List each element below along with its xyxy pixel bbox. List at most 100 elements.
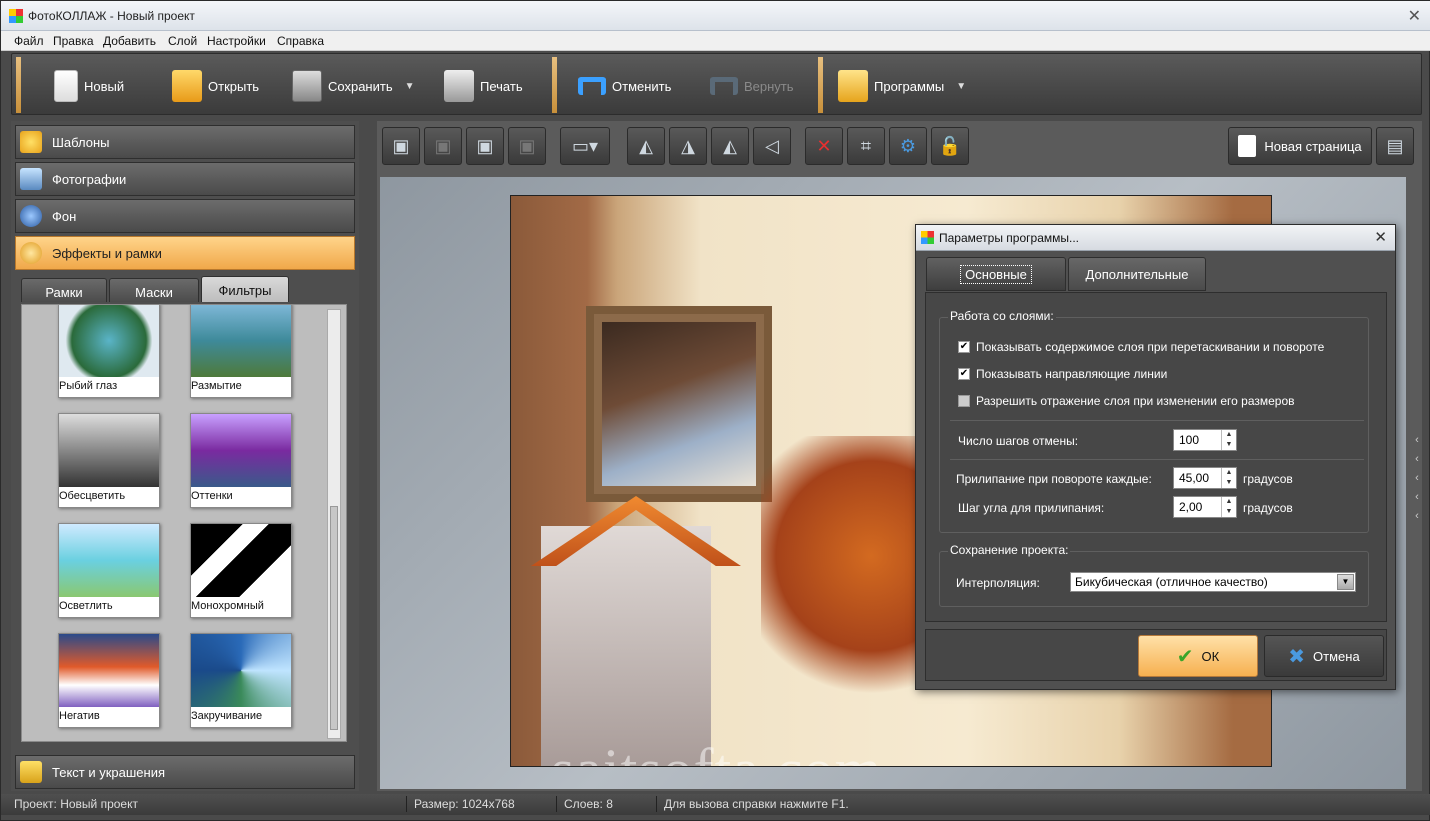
redo-button[interactable]: Вернуть xyxy=(710,62,794,110)
printer-icon xyxy=(444,70,474,102)
filter-preview xyxy=(59,524,159,597)
window-title: ФотоКОЛЛАЖ - Новый проект xyxy=(28,9,195,23)
filter-desaturate[interactable]: Обесцветить xyxy=(58,413,160,508)
checkbox-allow-flip[interactable]: Разрешить отражение слоя при изменении е… xyxy=(958,394,1295,408)
interpolation-select[interactable]: Бикубическая (отличное качество) ▼ xyxy=(1070,572,1356,592)
section-effects[interactable]: Эффекты и рамки xyxy=(15,236,355,270)
align-icon[interactable]: ▭▾ xyxy=(560,127,610,165)
filter-preview xyxy=(191,634,291,707)
new-file-icon xyxy=(54,70,78,102)
undo-steps-spinner[interactable]: 100 ▲ ▼ xyxy=(1173,429,1237,451)
delete-icon[interactable]: ✕ xyxy=(805,127,843,165)
save-project-group: Сохранение проекта: Интерполяция: Бикуби… xyxy=(939,543,1369,607)
tab-advanced[interactable]: Дополнительные xyxy=(1068,257,1206,291)
photo-image xyxy=(602,322,756,486)
box-icon xyxy=(838,70,868,102)
dialog-close-icon[interactable]: ✕ xyxy=(1374,228,1387,246)
menu-help[interactable]: Справка xyxy=(277,34,324,48)
checkbox-show-content[interactable]: ✔ Показывать содержимое слоя при перетас… xyxy=(958,340,1324,354)
house-layer[interactable] xyxy=(541,526,711,766)
checkbox-icon: ✔ xyxy=(958,368,970,380)
filter-preview xyxy=(59,634,159,707)
section-background[interactable]: Фон xyxy=(15,199,355,233)
right-panel-arrows[interactable]: ‹ ‹ ‹ ‹ ‹ xyxy=(1411,431,1423,522)
checkbox-show-guides[interactable]: ✔ Показывать направляющие линии xyxy=(958,367,1167,381)
tab-masks[interactable]: Маски xyxy=(109,278,199,302)
spinner-arrows-icon[interactable]: ▲ ▼ xyxy=(1221,430,1236,450)
title-bar: ФотоКОЛЛАЖ - Новый проект ✕ xyxy=(1,1,1430,31)
cancel-button[interactable]: ✖ Отмена xyxy=(1264,635,1384,677)
dialog-title: Параметры программы... xyxy=(939,231,1079,245)
lock-icon[interactable]: 🔓 xyxy=(931,127,969,165)
tab-frames[interactable]: Рамки xyxy=(21,278,107,302)
settings-dialog: Параметры программы... ✕ Основные Дополн… xyxy=(915,224,1396,690)
star-icon xyxy=(20,131,42,153)
filter-fisheye[interactable]: Рыбий глаз xyxy=(58,305,160,398)
send-backward-icon[interactable]: ▣ xyxy=(424,127,462,165)
print-button[interactable]: Печать xyxy=(444,62,523,110)
section-text[interactable]: Текст и украшения xyxy=(15,755,355,789)
menu-file[interactable]: Файл xyxy=(14,34,44,48)
menu-add[interactable]: Добавить xyxy=(103,34,156,48)
undo-button[interactable]: Отменить xyxy=(578,62,671,110)
save-button[interactable]: Сохранить ▼ xyxy=(292,62,415,110)
close-window-icon[interactable]: ✕ xyxy=(1408,6,1421,26)
flip-vertical-icon[interactable]: ◁ xyxy=(753,127,791,165)
app-icon xyxy=(9,9,23,23)
status-divider xyxy=(556,796,557,812)
filter-preview xyxy=(59,305,159,377)
spinner-arrows-icon[interactable]: ▲ ▼ xyxy=(1221,497,1236,517)
menu-layer[interactable]: Слой xyxy=(168,34,197,48)
status-help: Для вызова справки нажмите F1. xyxy=(664,797,849,811)
filter-negative[interactable]: Негатив xyxy=(58,633,160,728)
chevron-down-icon[interactable]: ▼ xyxy=(1337,574,1354,590)
divider xyxy=(950,420,1364,421)
ok-button[interactable]: ✔ ОК xyxy=(1138,635,1258,677)
gallery-scrollbar[interactable] xyxy=(327,309,341,739)
gear-icon[interactable]: ⚙ xyxy=(889,127,927,165)
bring-to-front-icon[interactable]: ▣ xyxy=(382,127,420,165)
bring-forward-icon[interactable]: ▣ xyxy=(466,127,504,165)
rotate-left-icon[interactable]: ◭ xyxy=(627,127,665,165)
menu-settings[interactable]: Настройки xyxy=(207,34,266,48)
text-t-icon xyxy=(20,761,42,783)
section-photos[interactable]: Фотографии xyxy=(15,162,355,196)
filter-preview xyxy=(191,524,291,597)
main-toolbar: Новый Открыть Сохранить ▼ Печать Отменит… xyxy=(11,53,1422,115)
status-layers: Слоев: 8 xyxy=(564,797,613,811)
crop-icon[interactable]: ⌗ xyxy=(847,127,885,165)
flip-horizontal-icon[interactable]: ◭ xyxy=(711,127,749,165)
spinner-arrows-icon[interactable]: ▲ ▼ xyxy=(1221,468,1236,488)
rotate-right-icon[interactable]: ◮ xyxy=(669,127,707,165)
filter-blur[interactable]: Размытие xyxy=(190,305,292,398)
menu-bar: Файл Правка Добавить Слой Настройки Спра… xyxy=(1,31,1430,51)
programs-dropdown-icon[interactable]: ▼ xyxy=(956,81,966,92)
degrees-label: градусов xyxy=(1243,501,1293,515)
snap-rotate-label: Прилипание при повороте каждые: xyxy=(956,472,1152,486)
snap-step-spinner[interactable]: 2,00 ▲ ▼ xyxy=(1173,496,1237,518)
section-templates[interactable]: Шаблоны xyxy=(15,125,355,159)
tab-general[interactable]: Основные xyxy=(926,257,1066,291)
cross-icon: ✖ xyxy=(1288,645,1306,668)
toolbar-separator xyxy=(16,57,21,113)
save-dropdown-icon[interactable]: ▼ xyxy=(405,81,415,92)
save-disk-icon xyxy=(292,70,322,102)
photo-frame-layer[interactable] xyxy=(586,306,772,502)
filter-twirl[interactable]: Закручивание xyxy=(190,633,292,728)
filter-hue[interactable]: Оттенки xyxy=(190,413,292,508)
new-page-button[interactable]: Новая страница xyxy=(1228,127,1372,165)
scrollbar-thumb[interactable] xyxy=(330,506,338,730)
open-button[interactable]: Открыть xyxy=(172,62,259,110)
degrees-label: градусов xyxy=(1243,472,1293,486)
menu-edit[interactable]: Правка xyxy=(53,34,94,48)
tab-filters[interactable]: Фильтры xyxy=(201,276,289,302)
status-project: Проект: Новый проект xyxy=(14,797,138,811)
send-to-back-icon[interactable]: ▣ xyxy=(508,127,546,165)
page-settings-icon[interactable]: ▤ xyxy=(1376,127,1414,165)
snap-rotate-spinner[interactable]: 45,00 ▲ ▼ xyxy=(1173,467,1237,489)
divider xyxy=(950,459,1364,460)
filter-mono[interactable]: Монохромный xyxy=(190,523,292,618)
programs-button[interactable]: Программы ▼ xyxy=(838,62,966,110)
new-button[interactable]: Новый xyxy=(54,62,124,110)
filter-lighten[interactable]: Осветлить xyxy=(58,523,160,618)
